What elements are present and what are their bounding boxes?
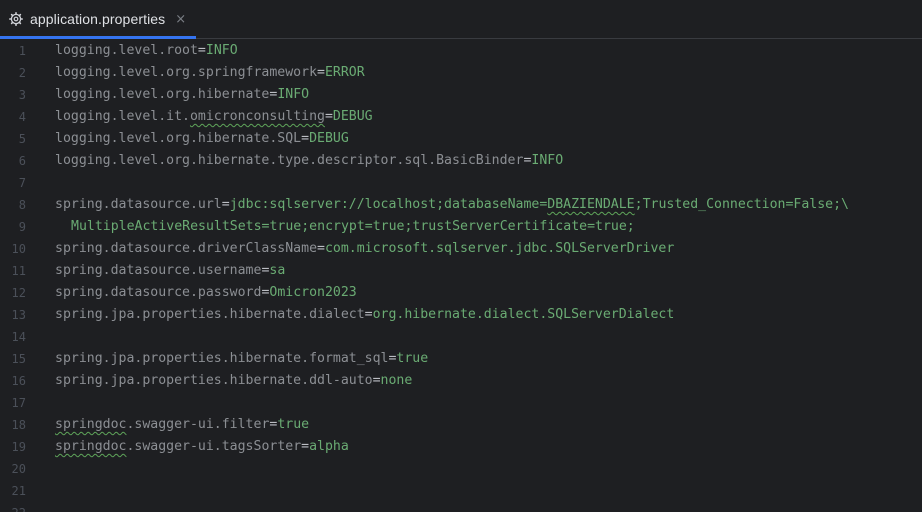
line-number: 12 — [11, 286, 26, 300]
property-value: DEBUG — [332, 109, 373, 124]
property-key: spring.jpa.properties.hibernate.format_s… — [55, 351, 389, 366]
line-number: 15 — [11, 352, 26, 366]
property-value: ERROR — [324, 65, 365, 80]
property-value: INFO — [531, 153, 564, 168]
property-key: spring.jpa.properties.hibernate.ddl-auto — [55, 373, 373, 388]
property-key: spring.datasource.username — [55, 263, 262, 278]
line-number-gutter: 12345678910111213141516171819202122 — [0, 39, 40, 512]
property-key: logging.level.org.hibernate — [55, 87, 270, 102]
code-line[interactable]: logging.level.org.hibernate=INFO — [55, 84, 309, 106]
property-value: true — [396, 351, 429, 366]
line-number: 20 — [11, 462, 26, 476]
property-value: Omicron2023 — [269, 285, 357, 300]
property-value: ;Trusted_Connection=False;\ — [634, 197, 849, 212]
code-area[interactable]: logging.level.root=INFO logging.level.org… — [55, 39, 922, 512]
code-line[interactable]: spring.jpa.properties.hibernate.ddl-auto… — [55, 370, 412, 392]
line-number: 18 — [11, 418, 26, 432]
line-number: 1 — [18, 44, 26, 58]
property-value: true — [277, 417, 310, 432]
line-number: 8 — [18, 198, 26, 212]
property-value: none — [380, 373, 413, 388]
line-number: 17 — [11, 396, 26, 410]
line-number: 9 — [18, 220, 26, 234]
code-line[interactable]: springdoc.swagger-ui.tagsSorter=alpha — [55, 436, 349, 458]
assignment-operator: = — [364, 307, 373, 322]
property-value: MultipleActiveResultSets=true;encrypt=tr… — [71, 219, 635, 234]
property-value: DEBUG — [309, 131, 349, 146]
line-number: 10 — [11, 242, 26, 256]
code-line[interactable]: logging.level.org.springframework=ERROR — [55, 62, 365, 84]
line-number: 11 — [11, 264, 26, 278]
property-key: logging.level.root — [55, 43, 198, 58]
property-key: spring.datasource.driverClassName — [55, 241, 318, 256]
property-value: INFO — [277, 87, 310, 102]
line-number: 21 — [11, 484, 26, 498]
code-line[interactable]: spring.datasource.password=Omicron2023 — [55, 282, 357, 304]
property-key: springdoc — [55, 417, 127, 432]
line-number: 6 — [18, 154, 26, 168]
property-key: springdoc — [55, 439, 127, 454]
assignment-operator: = — [317, 241, 325, 256]
property-key: logging.level.org.springframework — [55, 65, 318, 80]
property-value: INFO — [205, 43, 238, 58]
code-line[interactable]: spring.jpa.properties.hibernate.dialect=… — [55, 304, 674, 326]
code-line[interactable]: spring.jpa.properties.hibernate.format_s… — [55, 348, 428, 370]
property-key: logging.level.org.hibernate.type.descrip… — [55, 153, 524, 168]
close-icon[interactable]: × — [175, 13, 186, 26]
property-value: sa — [269, 263, 286, 278]
assignment-operator: = — [324, 109, 333, 124]
property-key: spring.datasource.url — [55, 197, 222, 212]
assignment-operator: = — [221, 197, 230, 212]
code-line[interactable]: springdoc.swagger-ui.filter=true — [55, 414, 309, 436]
line-number: 22 — [0, 502, 26, 512]
property-value: jdbc:sqlserver://localhost;databaseName= — [229, 197, 548, 212]
editor-tab-bar: application.properties × — [0, 0, 922, 39]
line-number: 3 — [18, 88, 26, 102]
line-number: 2 — [18, 66, 26, 80]
code-line[interactable]: logging.level.org.hibernate.type.descrip… — [55, 150, 563, 172]
line-number: 16 — [11, 374, 26, 388]
property-value: DBAZIENDALE — [547, 197, 635, 212]
assignment-operator: = — [197, 43, 206, 58]
gear-icon — [9, 12, 23, 26]
property-key: spring.datasource.password — [55, 285, 262, 300]
code-line[interactable]: logging.level.it.omicronconsulting=DEBUG — [55, 106, 373, 128]
tab-title: application.properties — [30, 11, 166, 27]
line-number: 14 — [11, 330, 26, 344]
code-line[interactable]: logging.level.root=INFO — [55, 40, 238, 62]
property-key: spring.jpa.properties.hibernate.dialect — [55, 307, 365, 322]
code-line[interactable]: spring.datasource.driverClassName=com.mi… — [55, 238, 674, 260]
property-value: alpha — [309, 439, 349, 454]
code-editor[interactable]: 12345678910111213141516171819202122 logg… — [0, 39, 922, 512]
line-number: 5 — [18, 132, 26, 146]
property-key: logging.level.it. — [55, 109, 190, 124]
code-line[interactable]: spring.datasource.url=jdbc:sqlserver://l… — [55, 194, 849, 216]
ide-window: application.properties × 1 2 3 4 5 6 7 8 9 10 11 12… — [0, 0, 922, 512]
line-number: 7 — [18, 176, 26, 190]
property-key: .swagger-ui.filter — [126, 417, 270, 432]
code-line[interactable]: logging.level.org.hibernate.SQL=DEBUG — [55, 128, 349, 150]
property-value: com.microsoft.sqlserver.jdbc.SQLServerDr… — [324, 241, 675, 256]
property-key: .swagger-ui.tagsSorter — [126, 439, 302, 454]
tab-application-properties[interactable]: application.properties × — [0, 0, 196, 39]
assignment-operator: = — [372, 373, 381, 388]
line-number: 19 — [11, 440, 26, 454]
line-number: 4 — [18, 110, 26, 124]
assignment-operator: = — [301, 439, 310, 454]
assignment-operator: = — [317, 65, 325, 80]
line-number: 13 — [11, 308, 26, 322]
code-line[interactable]: spring.datasource.username=sa — [55, 260, 285, 282]
property-key: omicronconsulting — [189, 109, 325, 124]
property-key: logging.level.org.hibernate.SQL — [55, 131, 302, 146]
code-line[interactable]: MultipleActiveResultSets=true;encrypt=tr… — [55, 216, 635, 238]
property-value: org.hibernate.dialect.SQLServerDialect — [372, 307, 675, 322]
assignment-operator: = — [301, 131, 310, 146]
